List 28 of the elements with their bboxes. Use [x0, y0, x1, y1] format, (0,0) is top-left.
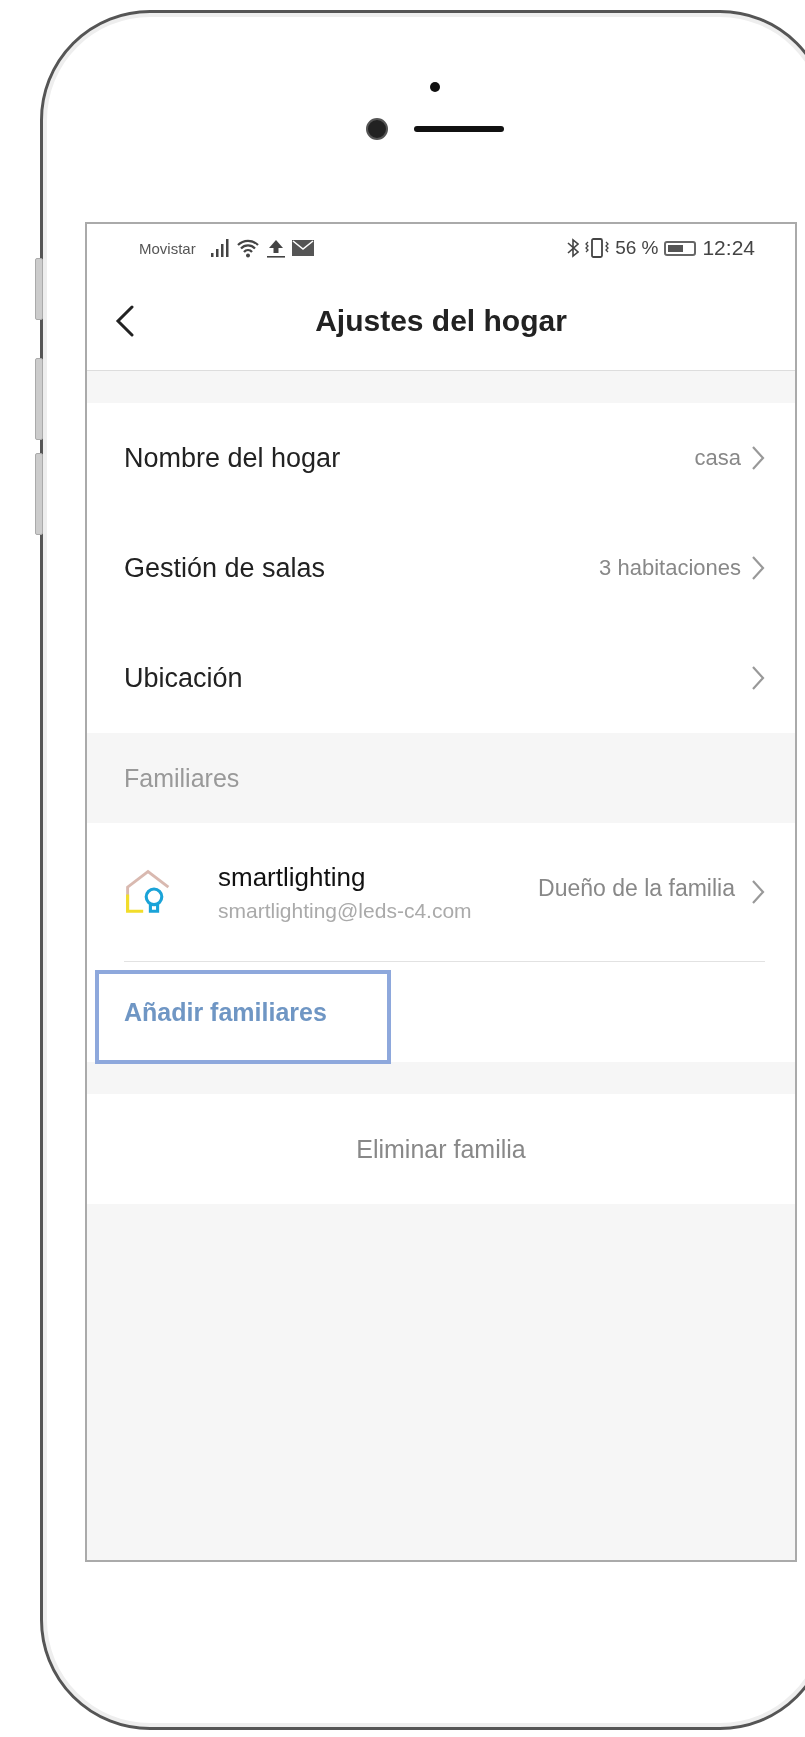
- settings-row[interactable]: Nombre del hogar casa: [87, 403, 795, 513]
- chevron-right-icon: [751, 665, 765, 691]
- mail-icon: [291, 240, 314, 256]
- carrier-name: Movistar: [139, 239, 196, 257]
- sensor-dot: [430, 82, 440, 92]
- clock-time: 12:24: [702, 236, 755, 260]
- settings-row[interactable]: Ubicación: [87, 623, 795, 733]
- member-email: smartlighting@leds-c4.com: [218, 898, 472, 923]
- member-row[interactable]: smartlighting smartlighting@leds-c4.com Dueño de la familia: [87, 823, 795, 961]
- house-bulb-icon: [124, 868, 172, 916]
- wifi-icon: [235, 238, 260, 258]
- signal-icon: [209, 239, 230, 257]
- chevron-right-icon: [751, 445, 765, 471]
- member-role: Dueño de la familia: [538, 875, 735, 902]
- screen-title: Ajustes del hogar: [315, 304, 567, 338]
- vibrate-icon: [585, 238, 610, 258]
- camera-lens: [366, 118, 388, 140]
- chevron-right-icon: [751, 879, 765, 905]
- section-title: Familiares: [124, 763, 240, 793]
- upload-icon: [265, 238, 286, 258]
- chevron-right-icon: [751, 555, 765, 581]
- settings-row[interactable]: Gestión de salas 3 habitaciones: [87, 513, 795, 623]
- member-name: smartlighting: [218, 861, 367, 893]
- battery-icon: [664, 240, 697, 256]
- back-icon[interactable]: [115, 305, 135, 337]
- delete-family-button[interactable]: Eliminar familia: [87, 1094, 795, 1204]
- bluetooth-icon: [567, 238, 580, 258]
- battery-percentage: 56 %: [615, 237, 659, 259]
